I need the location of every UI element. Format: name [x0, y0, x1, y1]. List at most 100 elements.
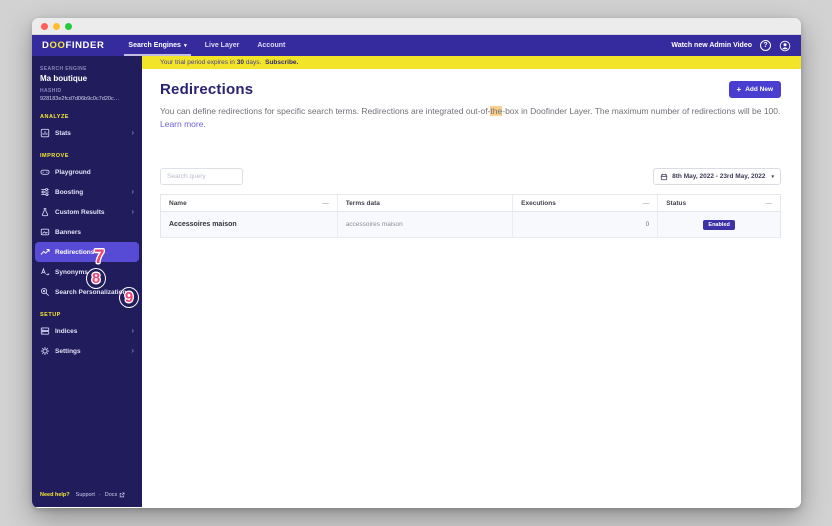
playground-icon	[40, 167, 50, 177]
sidebar-menu: ANALYZE Stats › IMPROVE Playground Boost…	[32, 114, 142, 361]
date-range-label: 8th May, 2022 - 23rd May, 2022	[672, 173, 766, 181]
docs-link[interactable]: Docs	[105, 492, 126, 498]
docs-label: Docs	[104, 492, 118, 498]
minimize-window-button[interactable]	[53, 22, 60, 30]
date-range-picker[interactable]: 8th May, 2022 - 23rd May, 2022 ▾	[653, 168, 781, 186]
subscribe-link[interactable]: Subscribe.	[265, 59, 298, 66]
sidebar-item-label: Playground	[55, 168, 91, 176]
redirections-table: Name — Terms data Executions — Status — Acc…	[160, 194, 781, 239]
close-window-button[interactable]	[41, 22, 48, 30]
help-icon[interactable]: ?	[760, 40, 771, 51]
table-row[interactable]: Accessoires maison accessoires maison 0 …	[160, 211, 781, 239]
section-header-analyze: ANALYZE	[40, 114, 69, 120]
nav-label: Account	[257, 42, 286, 49]
watch-admin-video-link[interactable]: Watch new Admin Video	[671, 42, 752, 49]
sidebar-item-banners[interactable]: Banners	[32, 222, 142, 242]
sidebar-item-label: Custom Results	[55, 208, 105, 216]
column-header-status[interactable]: Status —	[657, 194, 781, 213]
column-label: Status	[666, 199, 687, 207]
sidebar-item-label: Banners	[55, 228, 82, 236]
chevron-right-icon: ›	[131, 128, 134, 137]
calendar-icon	[661, 173, 668, 180]
learn-more-link[interactable]: Learn more.	[160, 119, 206, 129]
sidebar-item-label: Stats	[55, 129, 71, 137]
main-panel: Your trial period expires in 30 days. Su…	[142, 56, 801, 507]
app-window: DOOFINDER Search Engines ▾ Live Layer Ac…	[32, 18, 801, 508]
status-badge: Enabled	[703, 219, 735, 230]
sort-icon[interactable]: —	[322, 200, 329, 207]
search-query-input[interactable]	[160, 168, 243, 186]
description-text: You can define redirections for specific…	[160, 106, 491, 116]
column-header-name[interactable]: Name —	[160, 194, 338, 213]
external-link-icon	[120, 492, 125, 498]
trial-banner: Your trial period expires in 30 days. Su…	[142, 56, 801, 69]
sidebar-item-label: Settings	[55, 347, 81, 355]
column-label: Executions	[521, 199, 556, 207]
custom-results-icon	[40, 207, 50, 217]
trial-text-2: days.	[243, 59, 264, 66]
top-navbar: DOOFINDER Search Engines ▾ Live Layer Ac…	[32, 35, 801, 56]
zoom-window-button[interactable]	[65, 22, 72, 30]
sidebar-item-label: Boosting	[55, 188, 84, 196]
plus-icon: +	[736, 85, 742, 94]
macos-titlebar	[32, 18, 801, 35]
search-engine-name: Ma boutique	[40, 74, 88, 83]
trial-text: Your trial period expires in	[160, 59, 237, 66]
add-new-button[interactable]: + Add New	[728, 81, 781, 98]
sort-icon[interactable]: —	[643, 200, 650, 207]
sort-icon[interactable]: —	[766, 200, 773, 207]
trial-days: 30	[236, 59, 244, 66]
row-terms-cell: accessoires maison	[336, 211, 513, 239]
sidebar-item-playground[interactable]: Playground	[32, 162, 142, 182]
chevron-down-icon: ▾	[771, 173, 774, 180]
annotation-marker-8: 8	[86, 268, 106, 289]
column-label: Terms data	[345, 199, 380, 207]
banners-icon	[40, 227, 50, 237]
sidebar-item-stats[interactable]: Stats ›	[32, 123, 142, 143]
section-header-setup: SETUP	[40, 312, 61, 318]
row-status-cell: Enabled	[657, 211, 781, 239]
chevron-right-icon: ›	[131, 326, 134, 335]
sidebar-item-settings[interactable]: Settings ›	[32, 341, 142, 361]
boosting-icon	[40, 187, 50, 197]
chevron-down-icon: ▾	[183, 42, 187, 49]
support-link[interactable]: Support	[76, 492, 95, 498]
synonyms-icon	[40, 267, 50, 277]
search-engine-label: SEARCH ENGINE	[40, 66, 87, 72]
sidebar-item-redirections[interactable]: Redirections	[35, 242, 139, 262]
chevron-right-icon: ›	[131, 207, 134, 216]
row-executions-cell: 0	[512, 211, 658, 239]
settings-icon	[40, 346, 50, 356]
sidebar-item-indices[interactable]: Indices ›	[32, 321, 142, 341]
nav-label: Live Layer	[204, 42, 240, 49]
profile-icon[interactable]	[779, 40, 791, 52]
redirections-icon	[40, 247, 50, 257]
column-label: Name	[169, 199, 187, 207]
column-header-executions[interactable]: Executions —	[512, 194, 658, 213]
row-name-cell: Accessoires maison	[160, 211, 338, 239]
doofinder-logo[interactable]: DOOFINDER	[42, 40, 104, 51]
section-header-improve: IMPROVE	[40, 153, 69, 159]
indices-icon	[40, 326, 50, 336]
sidebar-item-label: Indices	[55, 327, 78, 335]
search-highlight: the	[490, 106, 503, 116]
column-header-terms-data: Terms data	[336, 194, 513, 213]
logo-oo: OO	[49, 40, 66, 51]
sidebar-item-boosting[interactable]: Boosting ›	[32, 182, 142, 202]
nav-account[interactable]: Account	[257, 35, 285, 56]
chevron-right-icon: ›	[131, 187, 134, 196]
add-new-label: Add New	[745, 86, 773, 93]
page-description: You can define redirections for specific…	[160, 105, 781, 131]
need-help-label: Need help?	[40, 492, 70, 498]
page-title: Redirections	[160, 81, 254, 98]
logo-rest: FINDER	[65, 40, 105, 51]
search-personalization-icon	[40, 287, 50, 297]
nav-live-layer[interactable]: Live Layer	[205, 35, 240, 56]
chevron-right-icon: ›	[131, 346, 134, 355]
sidebar-item-custom-results[interactable]: Custom Results ›	[32, 202, 142, 222]
nav-label: Search Engines	[128, 42, 181, 49]
hashid-value: 928183e2fcd7d06b9c0c7d20c…	[40, 96, 120, 102]
nav-search-engines[interactable]: Search Engines ▾	[124, 35, 192, 56]
stats-icon	[40, 128, 50, 138]
hashid-label: HASHID	[40, 88, 62, 94]
